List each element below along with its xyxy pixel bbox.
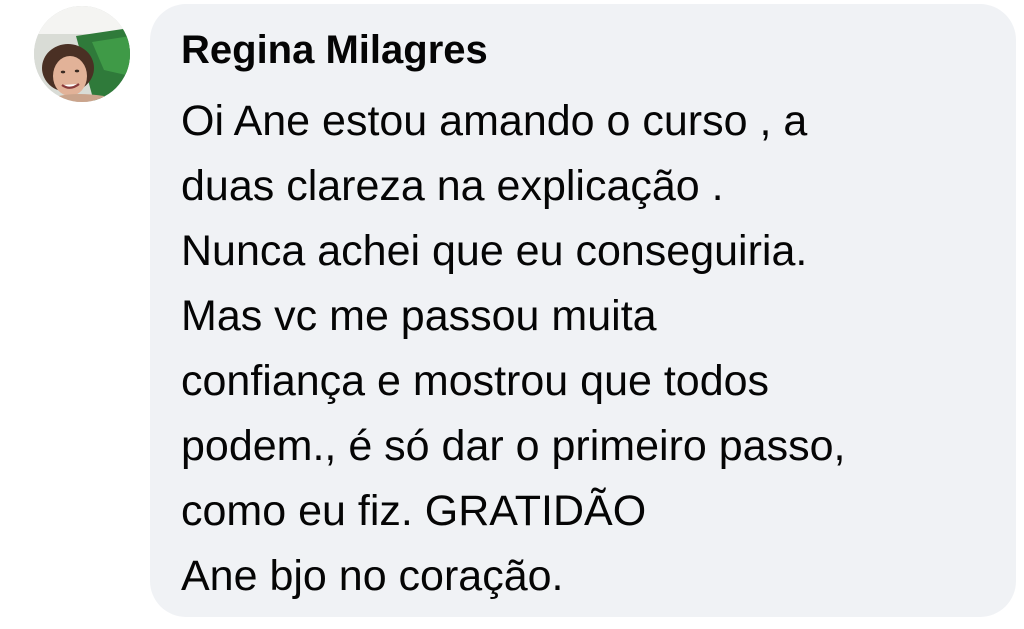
comment-thread: Regina Milagres Oi Ane estou amando o cu… <box>0 0 1024 629</box>
comment-line: confiança e mostrou que todos <box>181 357 770 405</box>
comment-author-name[interactable]: Regina Milagres <box>181 24 488 76</box>
comment-line: Ane bjo no coração. <box>181 552 564 600</box>
comment-line: duas clareza na explicação . <box>181 162 724 210</box>
comment-line: Nunca achei que eu conseguiria. <box>181 227 808 275</box>
comment-line: Oi Ane estou amando o curso , a <box>181 97 808 145</box>
avatar-photo-icon <box>34 6 130 102</box>
comment-line: Mas vc me passou muita <box>181 292 657 340</box>
user-avatar[interactable] <box>34 6 130 102</box>
comment-line: podem., é só dar o primeiro passo, <box>181 422 846 470</box>
comment-line: como eu fiz. GRATIDÃO <box>181 487 647 535</box>
comment-text: Oi Ane estou amando o curso , a duas cla… <box>181 89 845 609</box>
